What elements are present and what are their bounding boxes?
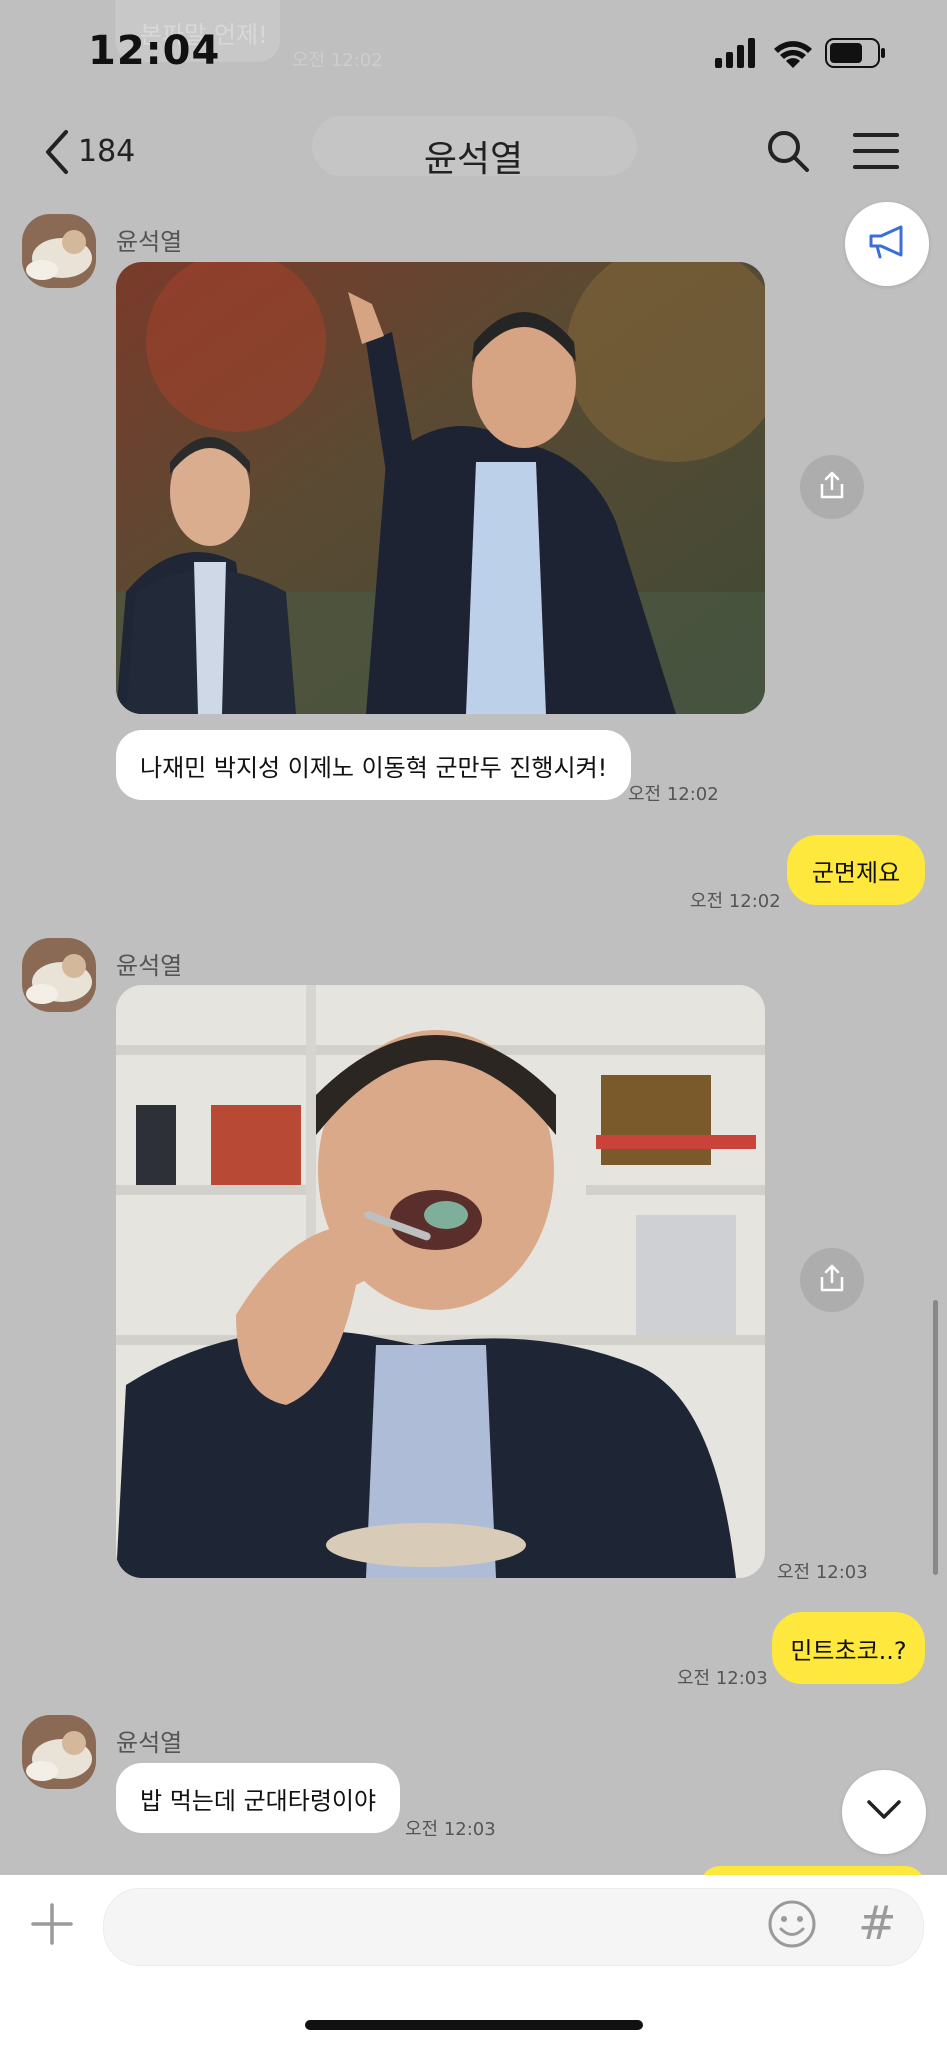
battery-icon [825, 38, 887, 72]
ghost-message-time: 오전 12:02 [292, 50, 383, 71]
notice-button[interactable] [845, 202, 929, 286]
share-button[interactable] [800, 1248, 864, 1312]
chevron-down-icon [866, 1799, 902, 1825]
sender-name: 윤석열 [116, 952, 183, 980]
photo-message[interactable] [116, 985, 765, 1578]
search-icon[interactable] [765, 128, 811, 178]
message-time: 오전 12:02 [628, 784, 719, 805]
message-time: 오전 12:02 [690, 891, 781, 912]
share-icon [817, 470, 847, 504]
emoji-icon[interactable] [766, 1898, 818, 1954]
menu-icon[interactable] [853, 132, 899, 174]
cellular-signal-icon [715, 38, 757, 72]
sender-name: 윤석열 [116, 228, 183, 256]
plus-icon[interactable] [30, 1902, 74, 1950]
message-text: 군면제요 [811, 858, 901, 887]
scroll-to-bottom-button[interactable] [842, 1770, 926, 1854]
wifi-icon [772, 38, 814, 74]
my-message-bubble[interactable]: 민트초코..? [772, 1612, 925, 1684]
share-icon [817, 1263, 847, 1297]
home-indicator [305, 2020, 643, 2030]
share-button[interactable] [800, 455, 864, 519]
message-text: 나재민 박지성 이제노 이동혁 군만두 진행시켜! [140, 753, 608, 782]
message-text: 밥 먹는데 군대타령이야 [140, 1786, 377, 1815]
photo-message[interactable] [116, 262, 765, 714]
my-message-bubble[interactable]: 군면제요 [787, 835, 925, 905]
message-time: 오전 12:03 [777, 1562, 868, 1583]
status-time: 12:04 [88, 28, 221, 74]
message-text: 민트초코..? [790, 1636, 907, 1665]
avatar[interactable] [22, 938, 96, 1012]
megaphone-icon [867, 224, 907, 264]
message-time: 오전 12:03 [405, 1819, 496, 1840]
sender-name: 윤석열 [116, 1729, 183, 1757]
message-bubble[interactable]: 밥 먹는데 군대타령이야 [116, 1763, 401, 1833]
avatar[interactable] [22, 214, 96, 288]
message-bubble[interactable]: 나재민 박지성 이제노 이동혁 군만두 진행시켜! [116, 730, 632, 800]
message-time: 오전 12:03 [677, 1668, 768, 1689]
hashtag-icon[interactable]: # [858, 1896, 897, 1950]
avatar[interactable] [22, 1715, 96, 1789]
scrollbar[interactable] [933, 1300, 938, 1575]
